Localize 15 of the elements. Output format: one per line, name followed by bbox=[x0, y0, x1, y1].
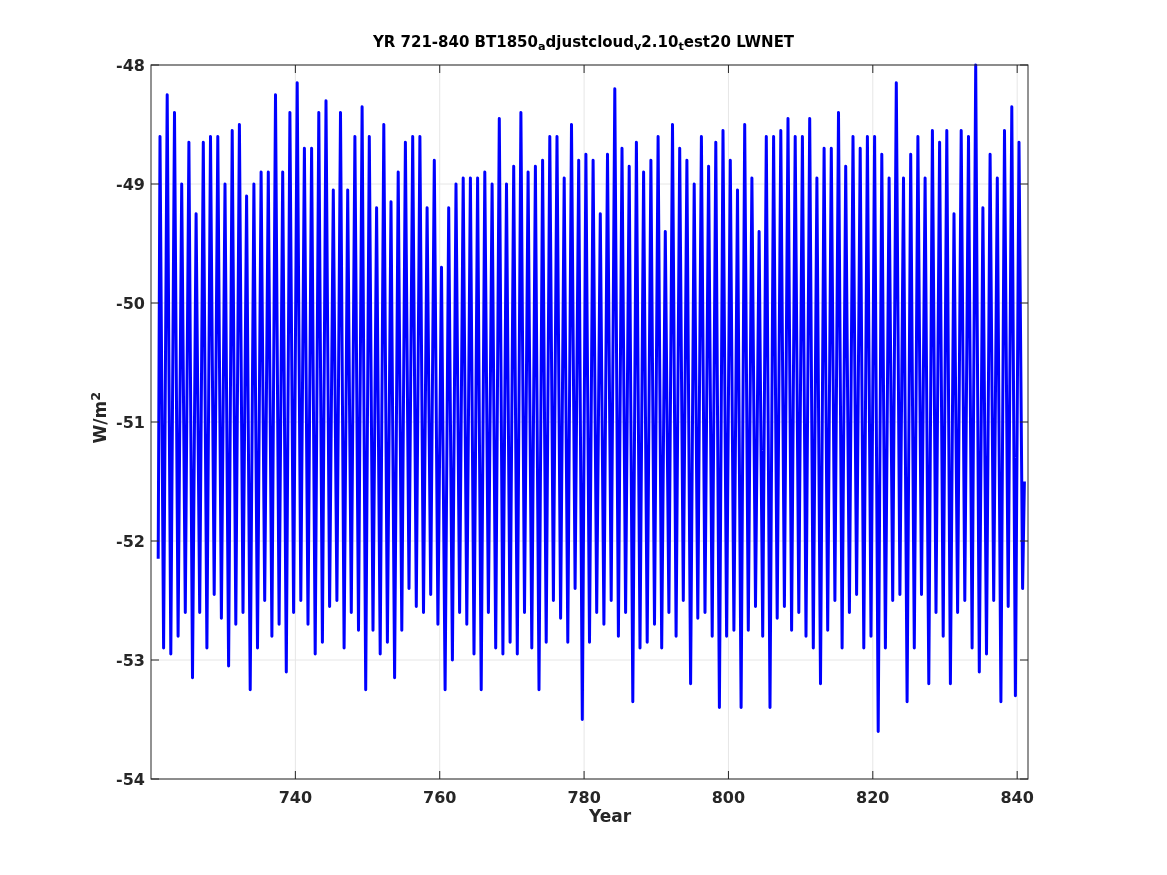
y-tick-label: -50 bbox=[116, 294, 145, 313]
x-tick-label: 760 bbox=[423, 788, 457, 807]
x-tick-label: 800 bbox=[711, 788, 746, 807]
x-tick-label: 740 bbox=[278, 788, 313, 807]
x-tick-label: 780 bbox=[567, 788, 601, 807]
y-tick-label: -51 bbox=[116, 413, 145, 432]
y-tick-label: -53 bbox=[116, 651, 145, 670]
y-tick-label: -54 bbox=[116, 770, 145, 789]
x-tick-label: 820 bbox=[856, 788, 890, 807]
x-tick-label: 840 bbox=[1000, 788, 1034, 807]
x-axis-label: Year bbox=[587, 805, 633, 828]
y-tick-label: -52 bbox=[116, 532, 145, 551]
y-tick-label: -49 bbox=[116, 175, 145, 194]
chart-title: YR 721-840 BT1850$_{a}$djustcloud$_{v}$2.10$_{t}$est20 LWNET bbox=[371, 32, 796, 54]
y-tick-label: -48 bbox=[116, 56, 145, 75]
